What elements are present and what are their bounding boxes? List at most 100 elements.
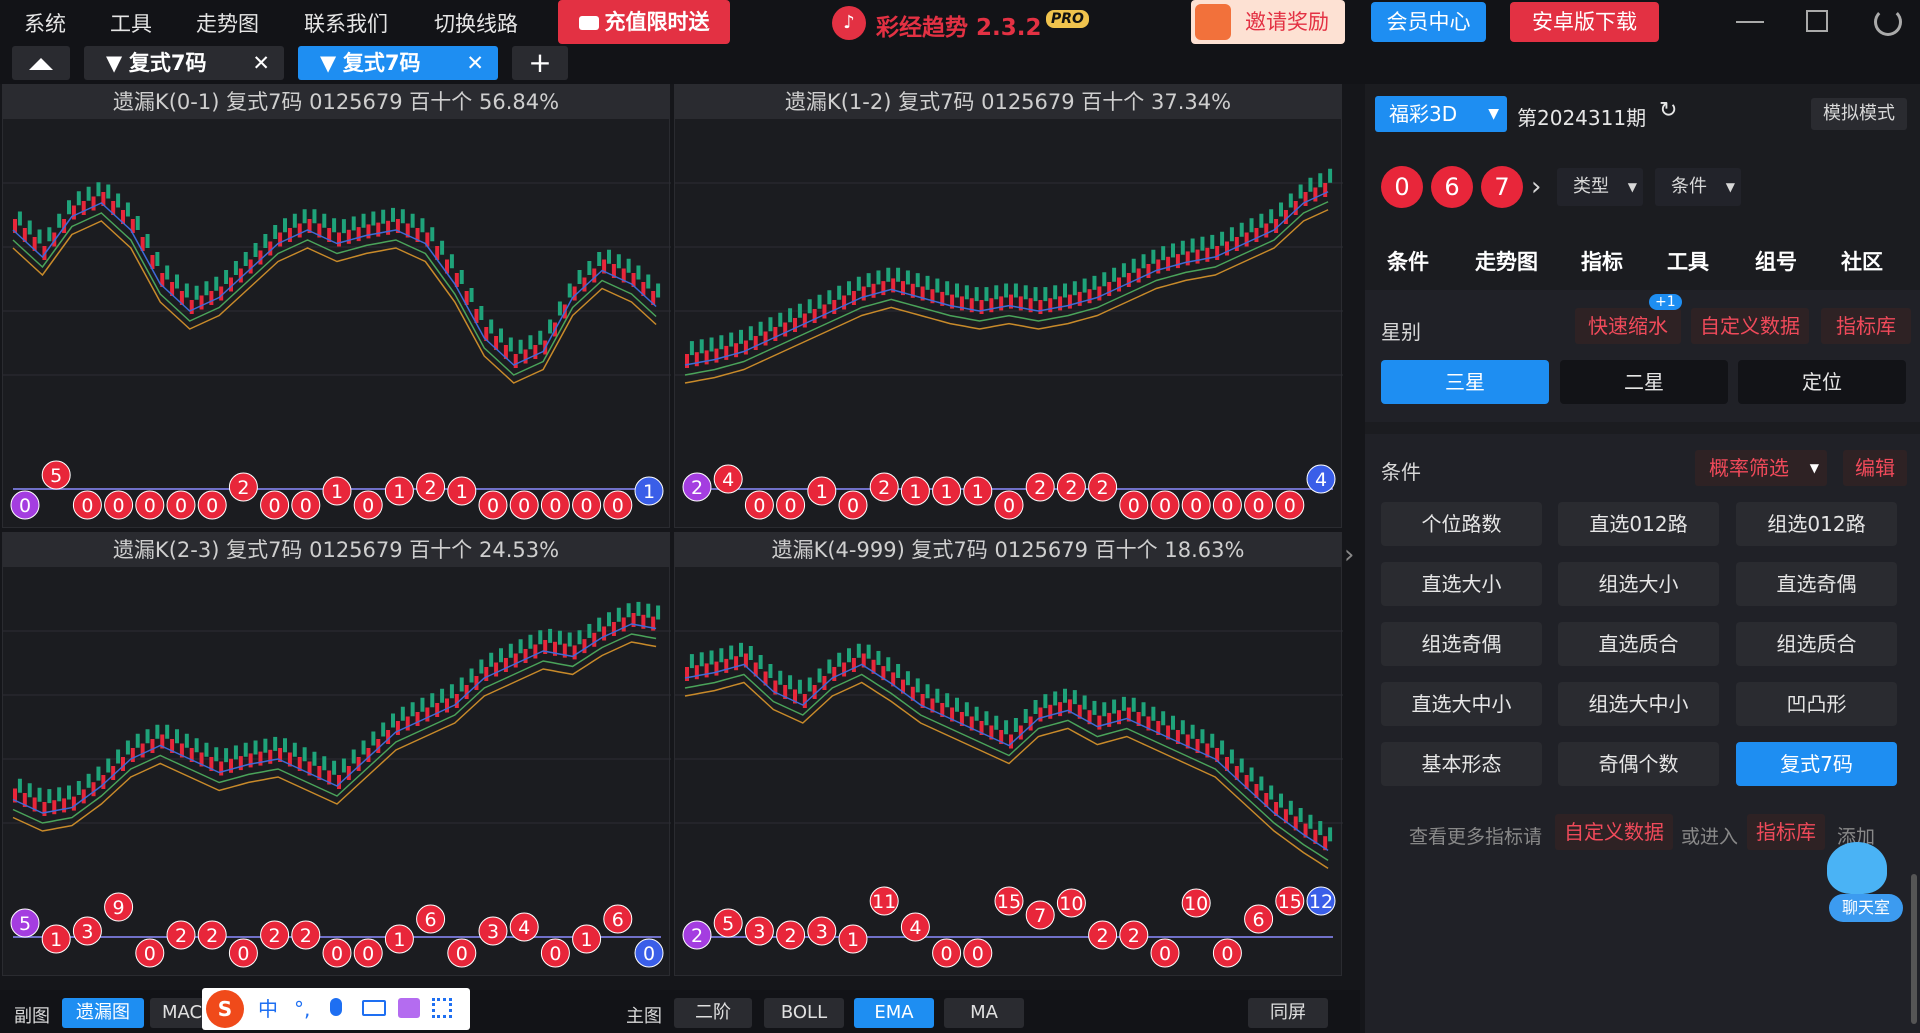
indicator-button[interactable]: 基本形态 — [1381, 742, 1542, 786]
chat-robot-icon[interactable] — [1827, 842, 1887, 894]
collapse-arrow-icon[interactable]: › — [1344, 540, 1354, 570]
quick-shrink-button[interactable]: 快速缩水 — [1575, 308, 1681, 344]
minimize-icon[interactable] — [1736, 21, 1764, 23]
scrollbar[interactable] — [1911, 874, 1917, 1024]
omission-chart-button[interactable]: 遗漏图 — [62, 998, 144, 1028]
omission-ball: 15 — [1275, 886, 1305, 916]
indicator-button[interactable]: 个位路数 — [1381, 502, 1542, 546]
indicator-button[interactable]: 组选大小 — [1558, 562, 1719, 606]
type-select[interactable]: 类型 ▼ — [1557, 168, 1643, 206]
ball-value: 2 — [1128, 925, 1140, 947]
indicator-button[interactable]: 凹凸形 — [1736, 682, 1897, 726]
candle — [175, 729, 179, 744]
condition-select[interactable]: 条件 ▼ — [1655, 168, 1741, 206]
candle — [856, 276, 861, 291]
indicator-button[interactable]: 复式7码 — [1736, 742, 1897, 786]
ball-value: 2 — [1034, 477, 1046, 499]
two-star-button[interactable]: 二星 — [1560, 360, 1728, 404]
menu-trend[interactable]: 走势图 — [196, 8, 259, 38]
candle — [165, 724, 170, 739]
indicator-button[interactable]: 直选大中小 — [1381, 682, 1542, 726]
same-screen-button[interactable]: 同屏 — [1248, 998, 1328, 1028]
home-icon — [29, 58, 53, 70]
ime-chinese-mode[interactable]: 中 — [258, 988, 278, 1030]
invite-button[interactable]: 邀请奖励 — [1191, 0, 1345, 44]
three-star-button[interactable]: 三星 — [1381, 360, 1549, 404]
nav-conditions[interactable]: 条件 — [1387, 246, 1429, 276]
candle — [984, 287, 989, 302]
nav-group[interactable]: 组号 — [1755, 246, 1797, 276]
candle — [557, 630, 562, 645]
tab-fushi-2[interactable]: ▼ 复式7码 ✕ — [298, 46, 498, 80]
menu-system[interactable]: 系统 — [24, 8, 66, 38]
candle — [57, 787, 62, 802]
second-order-button[interactable]: 二阶 — [674, 998, 752, 1028]
indicator-button[interactable]: 奇偶个数 — [1558, 742, 1719, 786]
nav-community[interactable]: 社区 — [1841, 246, 1883, 276]
omission-ball: 1 — [838, 924, 868, 954]
candle — [440, 688, 445, 703]
close-icon[interactable]: ✕ — [466, 46, 484, 80]
tab-fushi-1[interactable]: ▼ 复式7码 ✕ — [84, 46, 284, 80]
indicator-button[interactable]: 组选012路 — [1736, 502, 1897, 546]
custom-data-link[interactable]: 自定义数据 — [1555, 814, 1673, 850]
candle — [611, 622, 616, 636]
lottery-select[interactable]: 福彩3D ▼ — [1375, 96, 1507, 132]
kline-chart[interactable] — [3, 567, 671, 877]
member-center-button[interactable]: 会员中心 — [1371, 2, 1486, 42]
indicator-button[interactable]: 直选012路 — [1558, 502, 1719, 546]
candle — [224, 748, 229, 763]
candle — [1269, 785, 1274, 800]
refresh-icon[interactable]: ↻ — [1659, 98, 1677, 123]
add-tab-button[interactable]: + — [512, 46, 568, 80]
power-icon[interactable] — [1874, 8, 1902, 36]
kline-chart[interactable] — [675, 119, 1343, 429]
boll-button[interactable]: BOLL — [764, 998, 844, 1028]
menu-tools[interactable]: 工具 — [110, 8, 152, 38]
nav-trend[interactable]: 走势图 — [1475, 246, 1538, 276]
probability-filter-select[interactable]: 概率筛选 ▼ — [1695, 450, 1827, 486]
menu-contact[interactable]: 联系我们 — [304, 8, 388, 38]
indicator-button[interactable]: 直选奇偶 — [1736, 562, 1897, 606]
edit-button[interactable]: 编辑 — [1843, 450, 1907, 486]
menu-switch-line[interactable]: 切换线路 — [434, 8, 518, 38]
indicator-button[interactable]: 组选奇偶 — [1381, 622, 1542, 666]
candle — [1087, 289, 1092, 304]
ball-value: 2 — [237, 477, 249, 499]
restore-icon[interactable] — [1806, 10, 1828, 32]
punctuation-icon[interactable]: °, — [294, 988, 310, 1030]
kline-chart[interactable] — [3, 119, 671, 429]
keyboard-icon[interactable] — [362, 1000, 386, 1016]
nav-indicators[interactable]: 指标 — [1581, 246, 1623, 276]
indicator-button[interactable]: 组选大中小 — [1558, 682, 1719, 726]
microphone-icon[interactable] — [330, 998, 342, 1016]
ma-button[interactable]: MA — [944, 998, 1024, 1028]
nav-tools[interactable]: 工具 — [1667, 246, 1709, 276]
position-button[interactable]: 定位 — [1738, 360, 1906, 404]
candle — [1259, 776, 1264, 791]
indicator-library-button[interactable]: 指标库 — [1821, 308, 1911, 344]
home-tab[interactable] — [12, 46, 70, 80]
ime-toolbar[interactable]: S 中 °, — [202, 988, 470, 1030]
caret-down-icon: ▼ — [1488, 106, 1499, 122]
indicator-button[interactable]: 直选质合 — [1558, 622, 1719, 666]
indicator-library-link[interactable]: 指标库 — [1747, 814, 1825, 850]
ema-button[interactable]: EMA — [854, 998, 934, 1028]
pro-badge: PRO — [1046, 10, 1089, 28]
indicator-button[interactable]: 直选大小 — [1381, 562, 1542, 606]
custom-data-button[interactable]: 自定义数据 — [1691, 308, 1809, 344]
skin-icon[interactable] — [398, 998, 420, 1018]
kline-chart[interactable] — [675, 567, 1343, 877]
simulation-mode-button[interactable]: 模拟模式 — [1811, 98, 1907, 130]
candle — [1131, 697, 1136, 712]
candle — [557, 301, 562, 316]
promo-button[interactable]: 充值限时送 — [558, 0, 730, 44]
toolbox-icon[interactable] — [432, 998, 452, 1018]
candle — [184, 733, 189, 748]
android-download-button[interactable]: 安卓版下载 — [1510, 2, 1659, 42]
chevron-right-icon[interactable]: › — [1531, 172, 1541, 202]
indicator-button[interactable]: 组选质合 — [1736, 622, 1897, 666]
chat-room-button[interactable]: 聊天室 — [1829, 894, 1903, 922]
candle — [709, 337, 714, 352]
close-icon[interactable]: ✕ — [252, 46, 270, 80]
